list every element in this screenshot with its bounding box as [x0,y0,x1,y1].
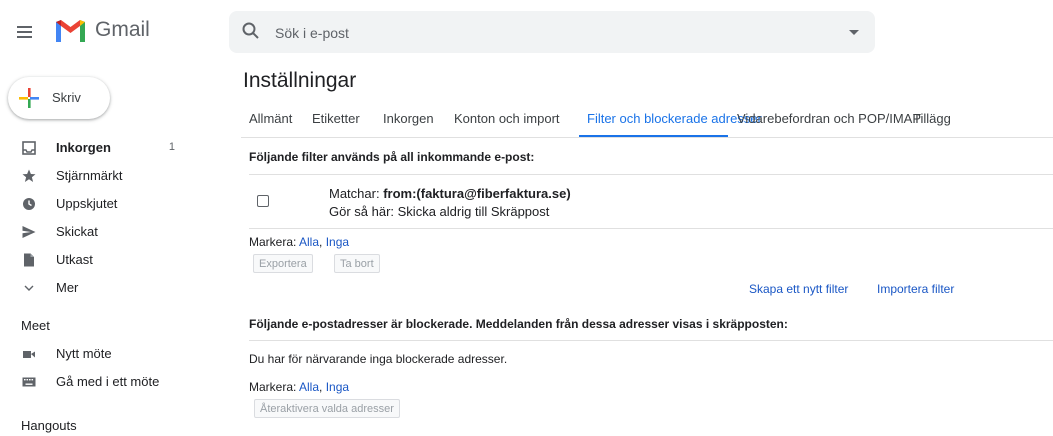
filter-match-value: from:(faktura@fiberfaktura.se) [383,186,571,201]
star-icon [22,169,36,182]
sidebar-item-label: Skickat [56,224,98,239]
sidebar-item-sent[interactable]: Skickat [0,218,205,246]
meet-nav: Nytt möte Gå med i ett möte [0,340,205,396]
divider [249,228,1053,229]
sidebar-item-label: Gå med i ett möte [56,374,160,389]
clock-icon [23,198,35,210]
page-title: Inställningar [243,69,357,92]
unread-count: 1 [168,141,175,153]
video-icon [23,351,35,358]
inbox-icon [22,141,36,155]
filter-criteria: Matchar: from:(faktura@fiberfaktura.se) [329,186,571,201]
sidebar-item-starred[interactable]: Stjärnmärkt [0,162,205,190]
select-none-link[interactable]: Inga [326,235,349,249]
tabs-divider [241,137,1053,138]
plus-icon [19,88,39,108]
meet-section-title: Meet [21,318,50,333]
select-separator: , [319,235,326,249]
divider [249,174,1053,175]
filter-select-row: Markera: Alla, Inga [249,235,349,249]
select-separator: , [319,380,326,394]
chevron-down-icon [24,285,34,291]
select-none-link[interactable]: Inga [326,380,349,394]
compose-label: Skriv [52,90,81,105]
app-name: Gmail [95,17,150,41]
tab-general[interactable]: Allmänt [249,111,292,126]
tab-accounts-import[interactable]: Konton och import [454,111,560,126]
sidebar-item-label: Inkorgen [56,140,111,155]
tab-forwarding-pop-imap[interactable]: Vidarebefordran och POP/IMAP [737,111,921,126]
sidebar-item-inbox[interactable]: Inkorgen 1 [0,134,205,162]
sidebar-nav: Inkorgen 1 Stjärnmärkt Uppskjutet Skicka… [0,134,205,302]
tab-inbox[interactable]: Inkorgen [383,111,434,126]
divider [249,340,1053,341]
send-icon [22,226,36,238]
keyboard-icon [22,377,36,387]
unblock-selected-button[interactable]: Återaktivera valda adresser [254,399,400,418]
blocked-empty-text: Du har för närvarande inga blockerade ad… [249,352,508,366]
select-all-link[interactable]: Alla [299,235,319,249]
filters-heading: Följande filter används på all inkommand… [249,150,535,164]
blocked-select-row: Markera: Alla, Inga [249,380,349,394]
export-button[interactable]: Exportera [253,254,313,273]
sidebar-item-new-meeting[interactable]: Nytt möte [0,340,205,368]
blocked-heading: Följande e-postadresser är blockerade. M… [249,317,788,331]
gmail-logo[interactable]: Gmail [54,17,150,42]
import-filter-link[interactable]: Importera filter [877,282,954,296]
tab-filters-blocked[interactable]: Filter och blockerade adresser [587,111,762,126]
tab-addons[interactable]: Tillägg [913,111,951,126]
tab-labels[interactable]: Etiketter [312,111,360,126]
filter-action: Gör så här: Skicka aldrig till Skräppost [329,204,550,219]
settings-tabs: Allmänt Etiketter Inkorgen Konton och im… [249,111,1053,137]
hangouts-section-title: Hangouts [21,418,77,433]
sidebar-item-label: Mer [56,280,79,295]
sidebar-item-snoozed[interactable]: Uppskjutet [0,190,205,218]
create-filter-link[interactable]: Skapa ett nytt filter [749,282,848,296]
sidebar-item-drafts[interactable]: Utkast [0,246,205,274]
sidebar-item-more[interactable]: Mer [0,274,205,302]
filter-checkbox[interactable] [257,195,269,207]
sidebar-item-join-meeting[interactable]: Gå med i ett möte [0,368,205,396]
search-bar [229,11,875,53]
select-label: Markera: [249,235,300,249]
delete-button[interactable]: Ta bort [334,254,380,273]
top-bar: Gmail [0,0,1053,64]
select-all-link[interactable]: Alla [299,380,319,394]
sidebar-item-label: Uppskjutet [56,196,118,211]
search-input[interactable] [275,23,835,43]
search-icon[interactable] [241,21,261,41]
filter-match-label: Matchar: [329,186,384,201]
select-label: Markera: [249,380,300,394]
main-menu-icon[interactable] [14,20,38,44]
compose-button[interactable]: Skriv [8,77,110,119]
sidebar-item-label: Utkast [56,252,93,267]
sidebar-item-label: Nytt möte [56,346,112,361]
gmail-icon [56,20,85,42]
sidebar-item-label: Stjärnmärkt [56,168,123,183]
draft-icon [24,253,34,267]
search-options-icon[interactable] [849,30,859,35]
